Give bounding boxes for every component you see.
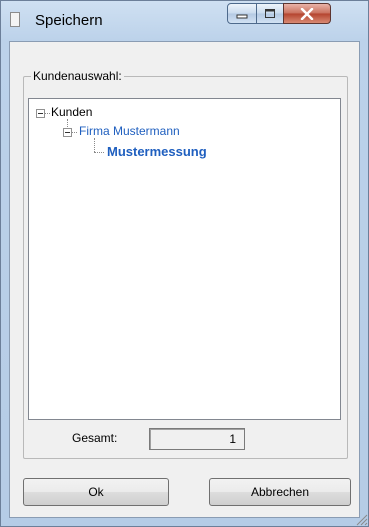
minimize-button[interactable] xyxy=(227,3,257,24)
cancel-button[interactable]: Abbrechen xyxy=(209,478,351,506)
group-label: Kundenauswahl: xyxy=(31,69,124,83)
resize-grip-icon[interactable] xyxy=(354,512,368,526)
app-icon xyxy=(10,12,20,27)
window-title: Speichern xyxy=(35,12,103,29)
ok-button[interactable]: Ok xyxy=(23,478,169,506)
maximize-icon xyxy=(265,9,275,18)
customer-tree[interactable]: Kunden Firma Mustermann Mustermessung xyxy=(28,98,341,420)
total-count-field: 1 xyxy=(149,428,245,450)
tree-node-firma-mustermann[interactable]: Firma Mustermann xyxy=(79,124,180,138)
tree-node-kunden[interactable]: Kunden xyxy=(51,105,92,119)
dialog-client-area: Kundenauswahl: Kunden Firma Mustermann M… xyxy=(9,41,360,518)
maximize-button[interactable] xyxy=(256,3,284,24)
minimize-icon xyxy=(236,14,248,18)
close-icon xyxy=(300,7,314,20)
close-button[interactable] xyxy=(283,3,331,24)
tree-node-mustermessung[interactable]: Mustermessung xyxy=(107,144,207,159)
dialog-window: Speichern Kundenauswahl: Kunden Firma Mu… xyxy=(0,0,369,527)
collapse-toggle-child[interactable] xyxy=(63,128,72,137)
collapse-toggle-root[interactable] xyxy=(36,109,45,118)
title-bar[interactable]: Speichern xyxy=(1,1,368,41)
total-label: Gesamt: xyxy=(72,431,118,445)
